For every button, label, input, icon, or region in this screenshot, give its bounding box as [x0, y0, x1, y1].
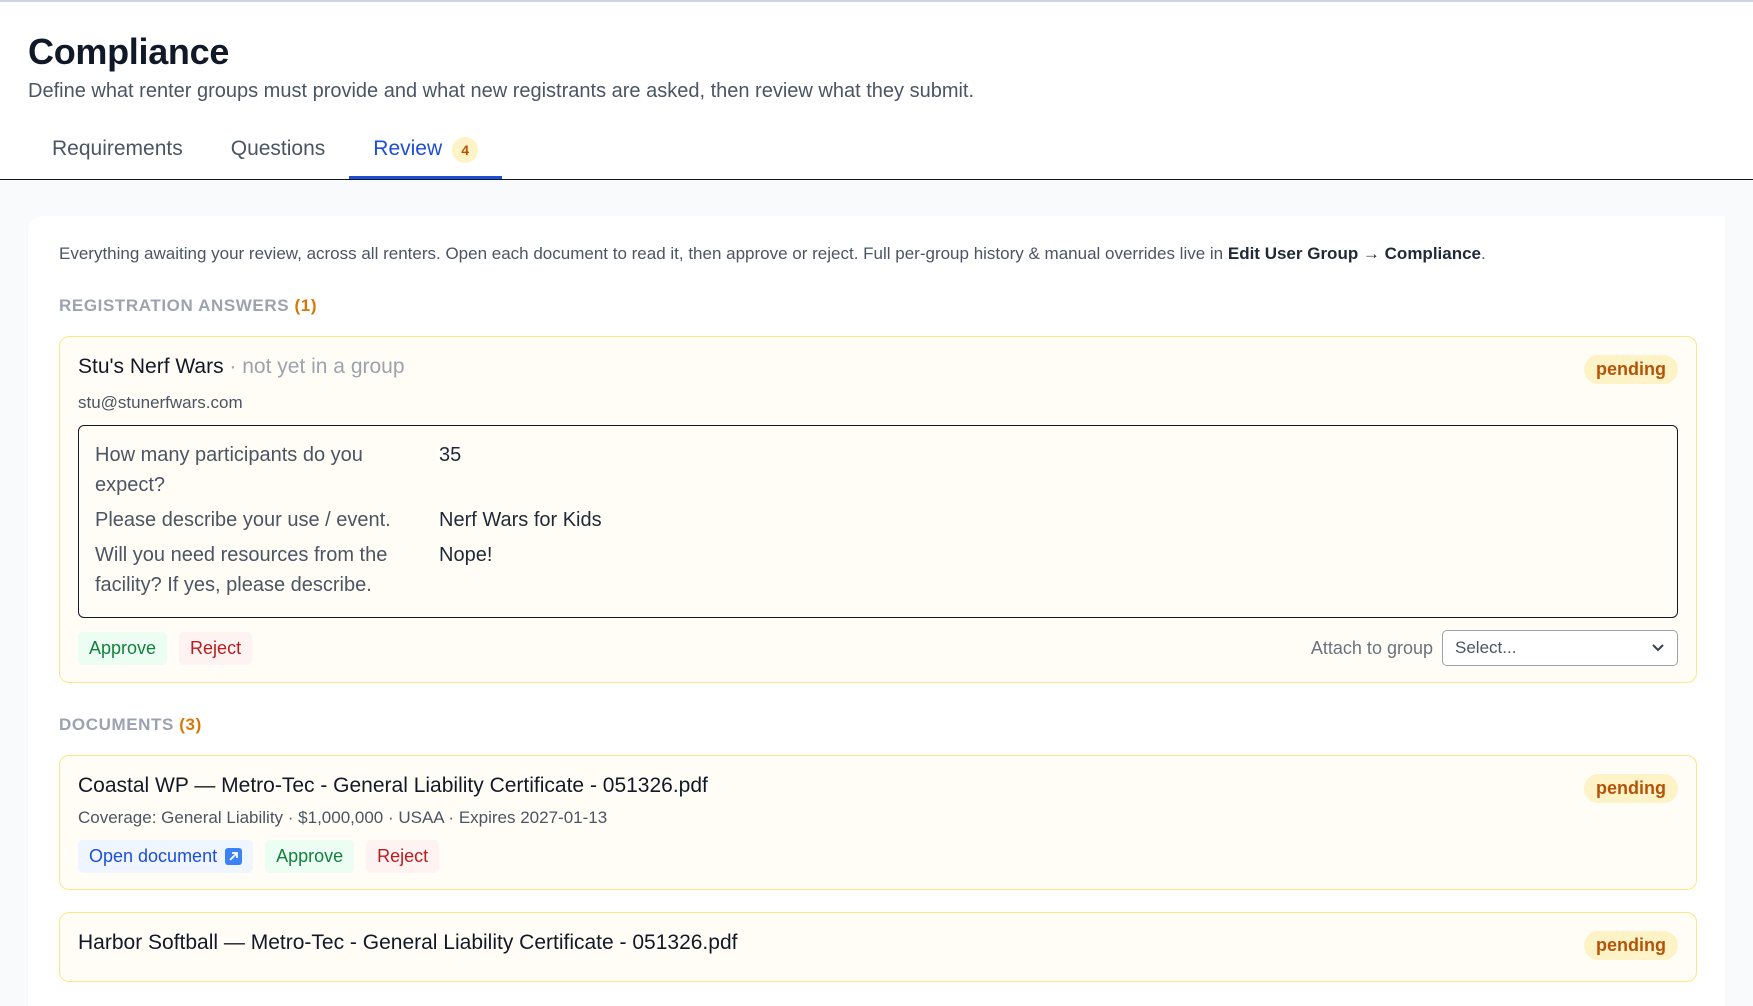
- answers-box: How many participants do you expect? 35 …: [78, 425, 1678, 618]
- registrant-email: stu@stunerfwars.com: [78, 393, 243, 412]
- question-text: Will you need resources from the facilit…: [95, 544, 388, 596]
- group-select[interactable]: Select...: [1442, 630, 1678, 666]
- tab-questions[interactable]: Questions: [207, 129, 350, 179]
- status-badge: pending: [1584, 355, 1678, 384]
- registration-card: Stu's Nerf Wars · not yet in a group pen…: [59, 336, 1697, 683]
- intro-text: Everything awaiting your review, across …: [59, 244, 1486, 263]
- document-actions: Open document Approve Reject: [78, 840, 1678, 873]
- tab-label: Review: [373, 137, 443, 160]
- external-link-icon: [225, 848, 243, 865]
- registration-section-label: REGISTRATION ANSWERS (1): [59, 296, 318, 315]
- document-meta: Coverage: General Liability · $1,000,000…: [78, 808, 608, 827]
- registrant-name: Stu's Nerf Wars: [78, 355, 224, 378]
- chevron-down-icon: [1652, 644, 1664, 652]
- reject-button[interactable]: Reject: [366, 840, 440, 873]
- group-note: · not yet in a group: [223, 355, 405, 378]
- question-text: Please describe your use / event.: [95, 509, 391, 531]
- document-card: Harbor Softball — Metro-Tec - General Li…: [59, 912, 1697, 982]
- answer-row: Will you need resources from the facilit…: [95, 540, 1661, 600]
- reject-button[interactable]: Reject: [179, 631, 253, 665]
- document-title: Harbor Softball — Metro-Tec - General Li…: [78, 931, 738, 954]
- main-content: Everything awaiting your review, across …: [0, 180, 1753, 1006]
- open-document-button[interactable]: Open document: [78, 840, 254, 873]
- document-card: Coastal WP — Metro-Tec - General Liabili…: [59, 755, 1697, 890]
- settings-path: Edit User Group → Compliance: [1227, 244, 1482, 263]
- approve-button[interactable]: Approve: [265, 840, 355, 873]
- answer-text: 35: [439, 444, 462, 466]
- tab-label: Questions: [230, 137, 326, 160]
- select-value: Select...: [1455, 638, 1517, 657]
- registrant-name-line: Stu's Nerf Wars · not yet in a group: [78, 355, 1678, 379]
- tab-label: Requirements: [52, 137, 183, 160]
- tab-review[interactable]: Review 4: [349, 129, 503, 179]
- documents-section-label: DOCUMENTS (3): [59, 715, 202, 734]
- answer-text: Nerf Wars for Kids: [439, 509, 602, 531]
- status-badge: pending: [1584, 931, 1678, 960]
- page-subtitle: Define what renter groups must provide a…: [28, 80, 975, 102]
- documents-count: (3): [179, 715, 202, 734]
- approve-button[interactable]: Approve: [78, 631, 168, 665]
- registration-count: (1): [294, 296, 318, 315]
- review-count-badge: 4: [452, 137, 479, 163]
- tab-requirements[interactable]: Requirements: [28, 129, 207, 179]
- page-header: Compliance Define what renter groups mus…: [0, 2, 1753, 180]
- answer-row: Please describe your use / event. Nerf W…: [95, 505, 1661, 535]
- document-title: Coastal WP — Metro-Tec - General Liabili…: [78, 774, 708, 797]
- answer-row: How many participants do you expect? 35: [95, 440, 1661, 500]
- attach-to-group-label: Attach to group: [1310, 637, 1433, 658]
- status-badge: pending: [1584, 774, 1678, 803]
- review-panel: Everything awaiting your review, across …: [28, 216, 1725, 1006]
- page-title: Compliance: [28, 31, 230, 72]
- question-text: How many participants do you expect?: [95, 444, 363, 496]
- registration-actions: Approve Reject Attach to group Select...: [78, 630, 1678, 666]
- tab-bar: Requirements Questions Review 4: [28, 129, 1725, 179]
- answer-text: Nope!: [439, 544, 493, 566]
